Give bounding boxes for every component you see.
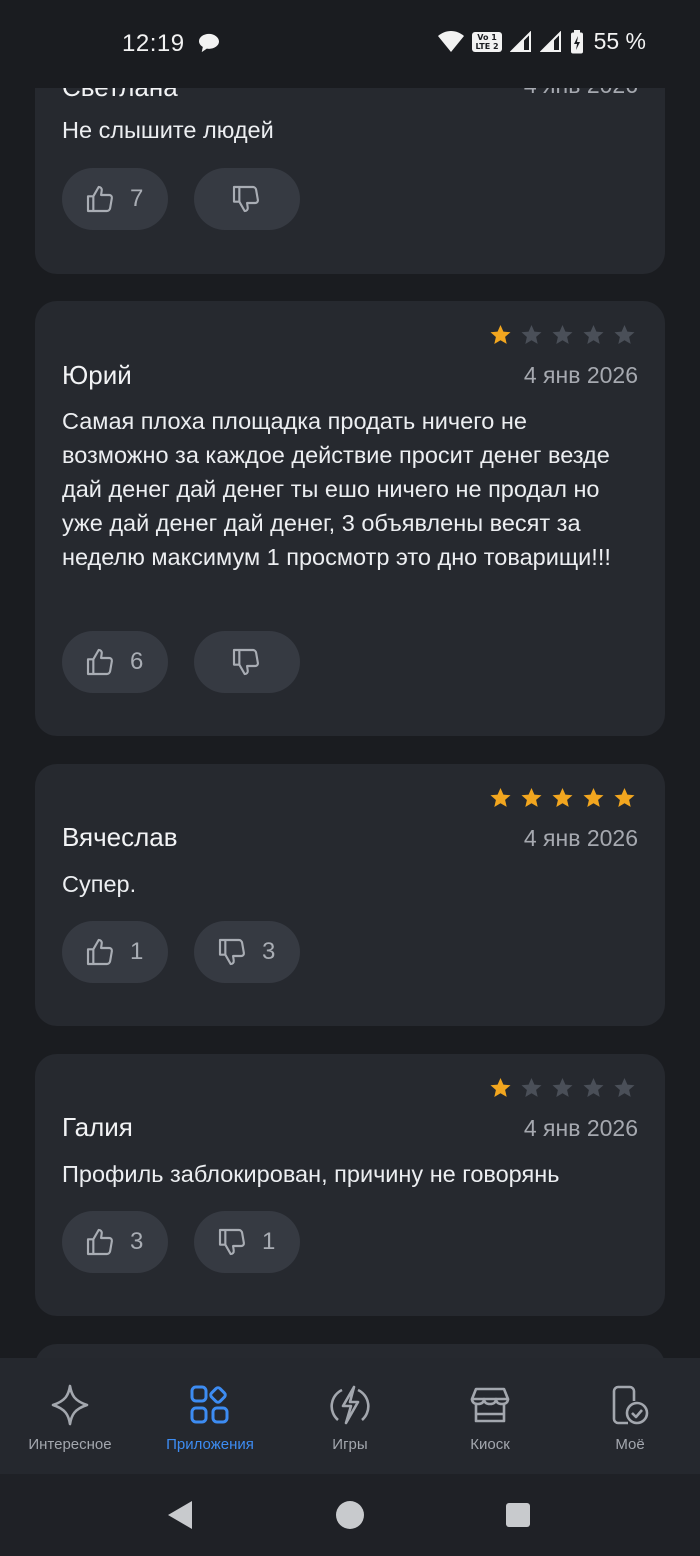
signal-icon <box>509 30 531 52</box>
reviewer-name: Галия <box>62 1112 133 1142</box>
apps-grid-icon <box>190 1385 229 1424</box>
star-filled-icon <box>552 788 573 807</box>
like-button[interactable]: 6 <box>62 631 168 693</box>
star-empty-icon <box>552 1078 573 1097</box>
star-empty-icon <box>552 325 573 344</box>
dislike-button[interactable]: 1 <box>194 1211 300 1273</box>
review-card: Вячеслав 4 янв 2026 Супер. 1 3 <box>35 764 665 1026</box>
like-button[interactable]: 3 <box>62 1211 168 1273</box>
dislike-count: 1 <box>262 1228 276 1255</box>
star-filled-icon <box>614 788 635 807</box>
reviewer-name: Вячеслав <box>62 822 178 852</box>
nav-item-mine[interactable]: Моё <box>560 1358 700 1474</box>
review-date: 4 янв 2026 <box>523 362 638 388</box>
back-triangle-icon <box>168 1501 192 1529</box>
review-text: Профиль заблокирован, причину не говорян… <box>62 1161 560 1187</box>
recents-button[interactable] <box>498 1474 538 1556</box>
system-navigation-bar <box>0 1474 700 1556</box>
nav-label: Интересное <box>28 1436 112 1453</box>
signal-icon <box>539 30 561 52</box>
thumbs-down-icon <box>218 1228 245 1256</box>
nav-item-interesting[interactable]: Интересное <box>0 1358 140 1474</box>
battery-charging-icon <box>570 29 583 53</box>
thumbs-up-icon <box>86 1228 113 1256</box>
dislike-count: 3 <box>262 938 276 965</box>
thumbs-up-icon <box>86 938 113 966</box>
nav-label: Моё <box>615 1436 645 1453</box>
like-count: 6 <box>130 648 144 675</box>
clock: 12:19 <box>122 30 185 57</box>
like-count: 1 <box>130 938 144 965</box>
thumbs-down-icon <box>218 938 245 966</box>
review-date: 4 янв 2026 <box>523 1115 638 1141</box>
like-count: 7 <box>130 185 144 212</box>
dislike-button[interactable]: 3 <box>194 921 300 983</box>
review-card: Юрий 4 янв 2026 Самая плоха площадка про… <box>35 301 665 736</box>
nav-label: Приложения <box>166 1436 254 1453</box>
reviews-list[interactable]: Светлана 4 янв 2026 Не слышите людей 7 Ю… <box>0 0 700 1360</box>
thumbs-up-icon <box>86 185 113 213</box>
sparkle-icon <box>51 1384 89 1426</box>
battery-percent: 55 % <box>593 28 646 54</box>
like-button[interactable]: 7 <box>62 168 168 230</box>
bottom-navigation: Интересное Приложения Игры Киоск Моё <box>0 1358 700 1474</box>
status-bar: 12:19 Vo 1 LTE 2 55 % <box>0 0 700 88</box>
reviewer-name: Юрий <box>62 360 132 390</box>
star-filled-icon <box>490 325 511 344</box>
rating-stars <box>488 323 637 347</box>
chat-bubble-icon <box>199 33 219 53</box>
nav-item-kiosk[interactable]: Киоск <box>420 1358 560 1474</box>
dislike-button[interactable] <box>194 631 300 693</box>
review-text: Не слышите людей <box>62 117 274 143</box>
home-circle-icon <box>336 1501 364 1529</box>
star-empty-icon <box>583 1078 604 1097</box>
home-button[interactable] <box>330 1474 370 1556</box>
nav-label: Игры <box>332 1436 368 1453</box>
thumbs-up-icon <box>86 648 113 676</box>
thumbs-down-icon <box>232 185 259 213</box>
nav-label: Киоск <box>470 1436 510 1453</box>
review-card: Галия 4 янв 2026 Профиль заблокирован, п… <box>35 1054 665 1316</box>
review-text: Супер. <box>62 871 137 897</box>
wifi-icon <box>438 30 465 52</box>
nav-item-games[interactable]: Игры <box>280 1358 420 1474</box>
like-button[interactable]: 1 <box>62 921 168 983</box>
star-empty-icon <box>521 325 542 344</box>
back-button[interactable] <box>160 1474 200 1556</box>
thumbs-down-icon <box>232 648 259 676</box>
dislike-button[interactable] <box>194 168 300 230</box>
nav-item-apps[interactable]: Приложения <box>140 1358 280 1474</box>
star-empty-icon <box>614 1078 635 1097</box>
star-filled-icon <box>521 788 542 807</box>
rating-stars <box>488 786 637 810</box>
review-date: 4 янв 2026 <box>523 825 638 851</box>
status-icons: Vo 1 LTE 2 55 % <box>438 28 646 55</box>
kiosk-store-icon <box>470 1387 510 1423</box>
review-text: Самая плоха площадка продать ничего не в… <box>62 408 611 570</box>
lightning-icon <box>330 1385 370 1425</box>
star-filled-icon <box>490 788 511 807</box>
volte-icon: Vo 1 LTE 2 <box>472 31 502 52</box>
my-apps-icon <box>612 1385 649 1425</box>
like-count: 3 <box>130 1228 144 1255</box>
star-empty-icon <box>614 325 635 344</box>
star-empty-icon <box>521 1078 542 1097</box>
star-filled-icon <box>490 1078 511 1097</box>
star-empty-icon <box>583 325 604 344</box>
star-filled-icon <box>583 788 604 807</box>
rating-stars <box>488 1076 637 1100</box>
recents-square-icon <box>506 1503 530 1527</box>
